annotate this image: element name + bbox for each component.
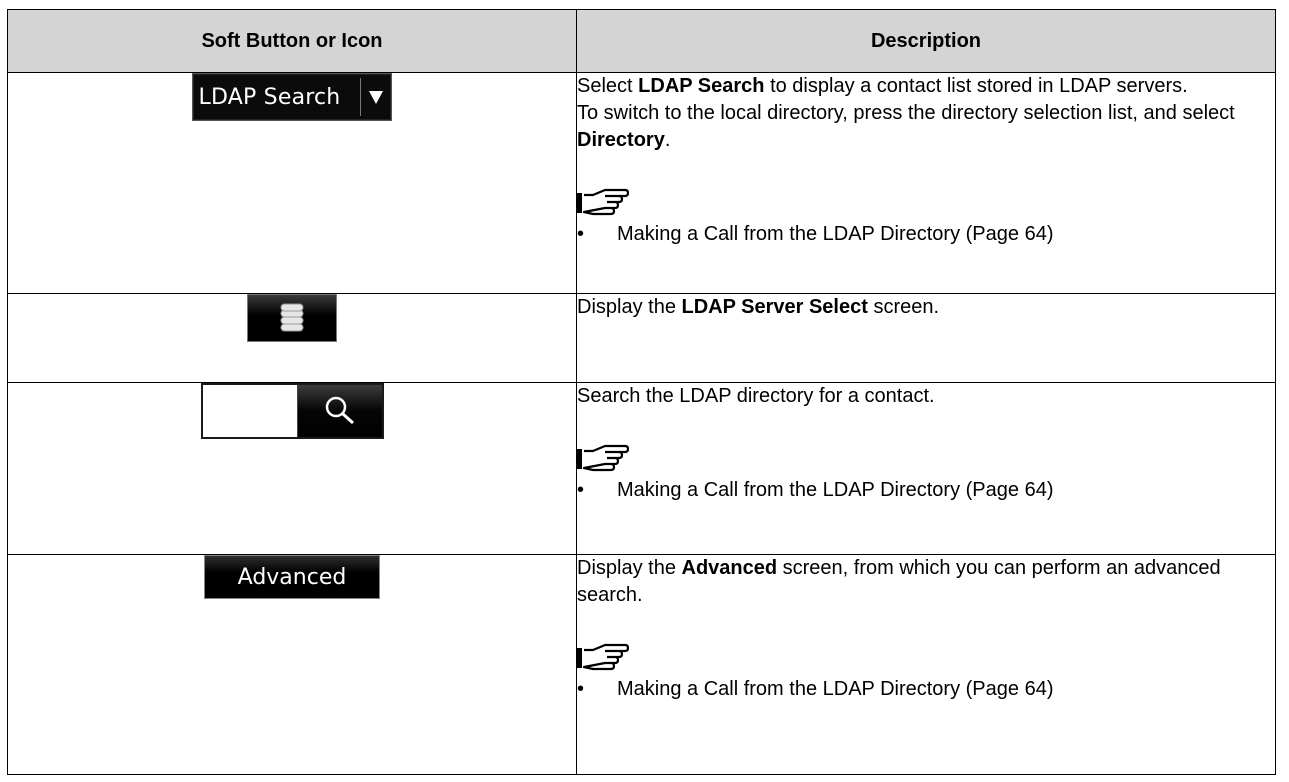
search-button[interactable]: [297, 385, 382, 437]
description-cell: Select LDAP Search to display a contact …: [576, 72, 1276, 294]
button-cell: LDAP Search: [7, 72, 577, 294]
table-row: Advanced Display the Advanced screen, fr…: [7, 554, 1276, 775]
magnifier-icon: [325, 396, 354, 425]
ldap-server-select-soft-button[interactable]: [247, 294, 337, 342]
search-input[interactable]: [202, 385, 298, 437]
soft-button-table: Soft Button or Icon Description LDAP Sea…: [7, 9, 1276, 775]
table-row: Search the LDAP directory for a contact.…: [7, 382, 1276, 555]
description-text: To switch to the local directory, press …: [577, 102, 1235, 151]
dropdown-arrow-icon[interactable]: [361, 74, 391, 120]
table-row: Display the LDAP Server Select screen.: [7, 293, 1276, 383]
description-text: Search the LDAP directory for a contact.: [577, 385, 935, 407]
button-cell: [7, 382, 577, 555]
description-text: Display the Advanced screen, from which …: [577, 557, 1221, 606]
search-combo: [200, 383, 384, 439]
pointing-hand-icon: [577, 444, 629, 472]
pointing-hand-icon: [577, 188, 629, 216]
column-header-button: Soft Button or Icon: [7, 9, 577, 73]
table-row: LDAP Search Select LDAP Search to displa…: [7, 72, 1276, 294]
column-header-description: Description: [576, 9, 1276, 73]
advanced-soft-button[interactable]: Advanced: [204, 555, 380, 599]
description-cell: Display the LDAP Server Select screen.: [576, 293, 1276, 383]
pointing-hand-icon: [577, 643, 629, 671]
button-cell: [7, 293, 577, 383]
button-cell: Advanced: [7, 554, 577, 775]
ldap-search-label: LDAP Search: [198, 84, 341, 110]
reference-link[interactable]: • Making a Call from the LDAP Directory (…: [577, 676, 1275, 703]
description-text: Display the LDAP Server Select screen.: [577, 296, 940, 318]
database-icon: [280, 303, 304, 332]
description-cell: Search the LDAP directory for a contact.…: [576, 382, 1276, 555]
description-cell: Display the Advanced screen, from which …: [576, 554, 1276, 775]
reference-link[interactable]: • Making a Call from the LDAP Directory (…: [577, 477, 1275, 504]
ldap-search-soft-button[interactable]: LDAP Search: [191, 73, 393, 121]
description-text: Select LDAP Search to display a contact …: [577, 75, 1188, 97]
reference-link[interactable]: • Making a Call from the LDAP Directory (…: [577, 221, 1275, 248]
table-header-row: Soft Button or Icon Description: [7, 9, 1276, 73]
